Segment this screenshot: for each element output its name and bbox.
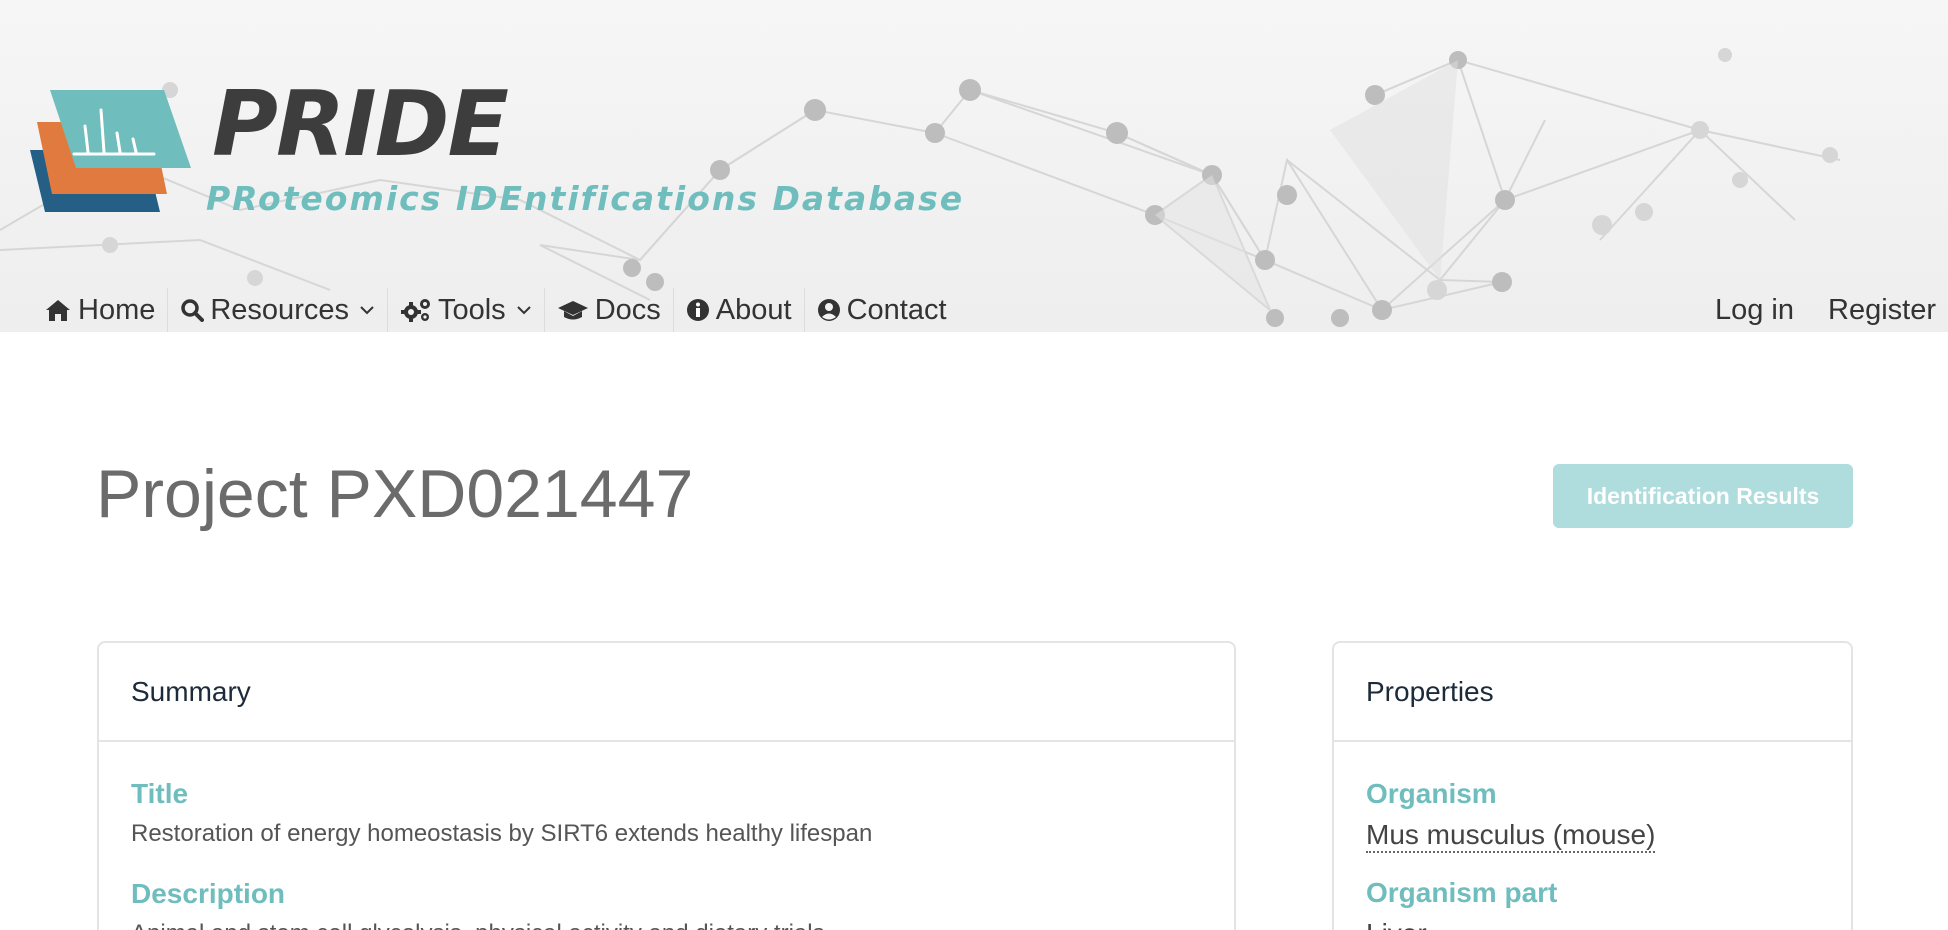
description-label: Description <box>131 878 286 909</box>
summary-panel: Summary Title Restoration of energy home… <box>97 641 1236 930</box>
title-label: Title <box>131 778 189 809</box>
pride-logo <box>30 90 191 212</box>
nav-docs[interactable]: Docs <box>545 288 674 332</box>
cogs-icon <box>400 299 430 322</box>
nav-resources[interactable]: Resources <box>168 288 388 332</box>
auth-links: Log in Register <box>1703 288 1948 332</box>
organism-value[interactable]: Mus musculus (mouse) <box>1366 819 1656 853</box>
nav-home[interactable]: Home <box>36 288 169 332</box>
organism-part-value[interactable]: Liver <box>1366 918 1427 930</box>
organism-label: Organism <box>1366 778 1497 809</box>
organism-part-label: Organism part <box>1366 876 1558 908</box>
properties-body: Organism Mus musculus (mouse) Organism p… <box>1334 742 1851 930</box>
summary-heading: Summary <box>99 643 1234 742</box>
brand-name: PRIDE <box>212 72 509 177</box>
identification-results-button[interactable]: Identification Results <box>1553 464 1853 528</box>
nav-about-label: About <box>715 293 792 326</box>
title-value: Restoration of energy homeostasis by SIR… <box>131 820 873 847</box>
nav-home-label: Home <box>78 293 156 326</box>
properties-panel: Properties Organism Mus musculus (mouse)… <box>1332 641 1853 930</box>
site-header: PRIDE PRoteomics IDEntifications Databas… <box>0 0 1948 332</box>
description-value: Animal and stem cell glycolysis, physica… <box>131 920 1202 930</box>
brand-subtitle: PRoteomics IDEntifications Database <box>206 179 965 218</box>
summary-body: Title Restoration of energy homeostasis … <box>99 742 1234 930</box>
nav-about[interactable]: About <box>674 288 805 332</box>
properties-heading: Properties <box>1334 643 1851 742</box>
page-title: Project PXD021447 <box>96 456 694 532</box>
nav-tools[interactable]: Tools <box>388 288 545 332</box>
nav-contact[interactable]: Contact <box>805 288 959 332</box>
nav-docs-label: Docs <box>594 293 661 326</box>
nav-resources-label: Resources <box>210 293 349 326</box>
register-link[interactable]: Register <box>1816 294 1948 327</box>
login-link[interactable]: Log in <box>1703 294 1816 327</box>
home-icon <box>46 300 70 321</box>
chevron-down-icon <box>516 306 531 315</box>
search-icon <box>181 299 205 322</box>
graduation-cap-icon <box>557 301 588 320</box>
main-nav: Home Resources Tools Docs About Contact <box>36 288 959 332</box>
chevron-down-icon <box>360 306 374 315</box>
nav-tools-label: Tools <box>437 293 506 326</box>
user-circle-icon <box>817 299 840 321</box>
info-circle-icon <box>686 299 709 321</box>
nav-contact-label: Contact <box>846 293 947 326</box>
